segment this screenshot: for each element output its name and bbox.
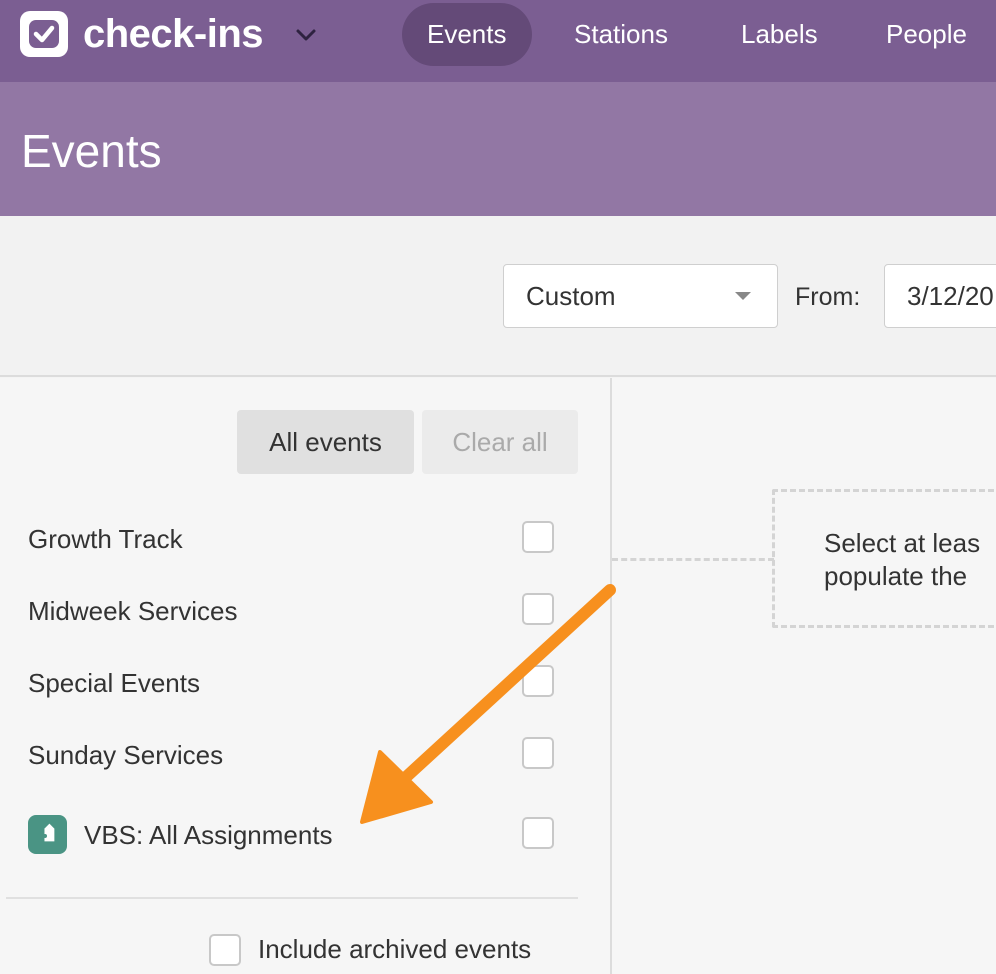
results-area xyxy=(612,378,996,974)
event-label-vbs-all-assignments[interactable]: VBS: All Assignments xyxy=(84,818,333,852)
empty-state-message: Select at leas populate the xyxy=(824,527,996,593)
include-archived-label[interactable]: Include archived events xyxy=(258,932,531,966)
check-icon[interactable] xyxy=(20,11,68,57)
empty-state-line-2: populate the xyxy=(824,561,968,591)
empty-state-line-1: Select at leas xyxy=(824,528,981,558)
chevron-down-icon[interactable] xyxy=(293,22,319,48)
include-archived-checkbox[interactable] xyxy=(209,934,241,966)
event-checkbox-midweek-services[interactable] xyxy=(522,593,554,625)
event-label-sunday-services[interactable]: Sunday Services xyxy=(28,738,223,772)
tag-icon xyxy=(28,815,67,854)
divider xyxy=(6,897,578,899)
event-checkbox-vbs-all-assignments[interactable] xyxy=(522,817,554,849)
caret-down-icon xyxy=(735,292,751,300)
event-label-midweek-services[interactable]: Midweek Services xyxy=(28,594,238,628)
from-date-input[interactable] xyxy=(884,264,996,328)
event-label-special-events[interactable]: Special Events xyxy=(28,666,200,700)
event-checkbox-sunday-services[interactable] xyxy=(522,737,554,769)
nav-people[interactable]: People xyxy=(861,3,992,66)
app-title[interactable]: check-ins xyxy=(83,10,264,58)
all-events-button[interactable]: All events xyxy=(237,410,414,474)
from-label: From: xyxy=(795,283,861,311)
page-title: Events xyxy=(21,125,162,177)
event-checkbox-special-events[interactable] xyxy=(522,665,554,697)
empty-state-connector xyxy=(612,558,774,561)
nav-labels[interactable]: Labels xyxy=(716,3,843,66)
event-label-growth-track[interactable]: Growth Track xyxy=(28,522,183,556)
top-nav: check-ins Events Stations Labels People xyxy=(0,0,996,82)
nav-events[interactable]: Events xyxy=(402,3,532,66)
event-checkbox-growth-track[interactable] xyxy=(522,521,554,553)
date-range-value: Custom xyxy=(526,281,616,311)
clear-all-button[interactable]: Clear all xyxy=(422,410,578,474)
nav-stations[interactable]: Stations xyxy=(549,3,693,66)
date-range-select[interactable]: Custom xyxy=(503,264,778,328)
